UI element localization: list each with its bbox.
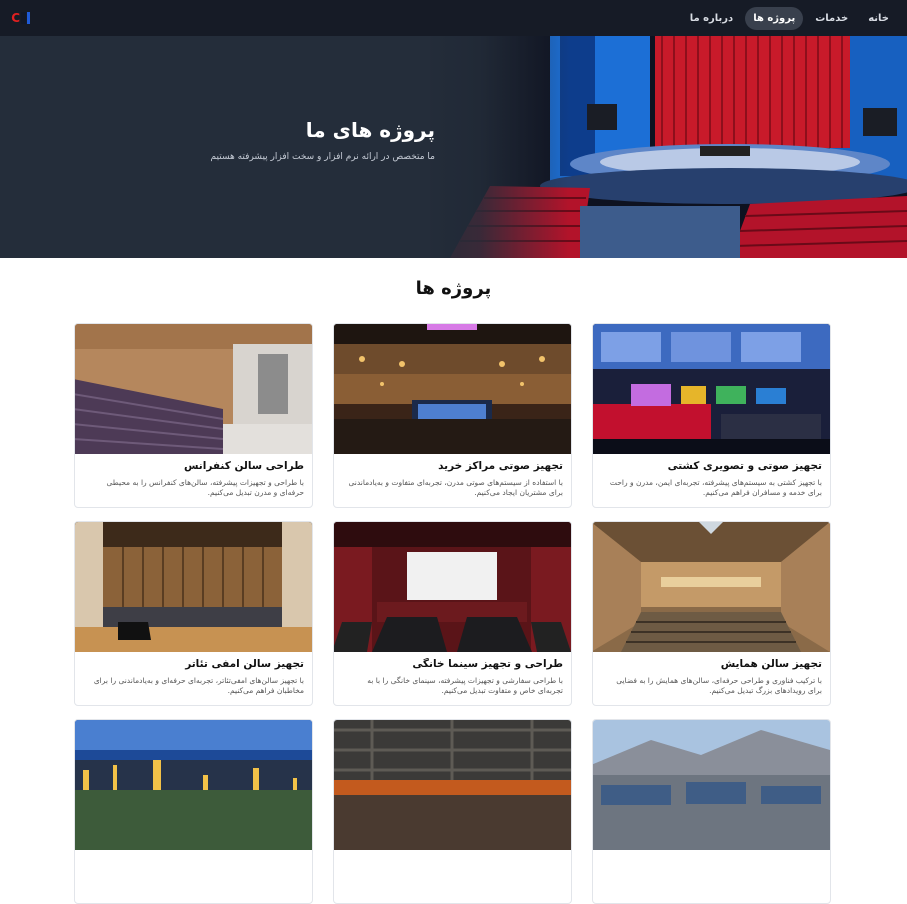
hero-title: پروژه های ما bbox=[305, 118, 435, 142]
logo-letter-c: C bbox=[11, 11, 20, 25]
projects-section-title: پروژه ها bbox=[415, 278, 492, 299]
home-cinema-image bbox=[334, 522, 571, 652]
card-text: با تجهیز سالن‌های امفی‌تئاتر، تجربه‌ای ح… bbox=[93, 676, 304, 695]
card-body: تجهیز صوتی و تصویری کشتی با تجهیز کشتی ب… bbox=[593, 454, 830, 498]
card-text: با ترکیب فناوری و طراحی حرفه‌ای، سالن‌ها… bbox=[616, 676, 822, 695]
project-card[interactable] bbox=[592, 719, 831, 904]
ship-bridge-image bbox=[593, 324, 830, 454]
card-body: تجهیز صوتی مراکز خرید با استفاده از سیست… bbox=[334, 454, 571, 498]
industrial-site-image bbox=[593, 720, 830, 850]
projects-grid: تجهیز صوتی و تصویری کشتی با تجهیز کشتی ب… bbox=[74, 323, 831, 904]
project-card[interactable]: طراحی سالن کنفرانس با طراحی و تجهیزات پی… bbox=[74, 323, 313, 508]
card-body: طراحی و تجهیز سینما خانگی با طراحی سفارش… bbox=[334, 652, 571, 696]
project-card[interactable] bbox=[74, 719, 313, 904]
project-card[interactable]: تجهیز سالن امفی تئاتر با تجهیز سالن‌های … bbox=[74, 521, 313, 706]
project-card[interactable] bbox=[333, 719, 572, 904]
project-card[interactable]: تجهیز سالن همایش با ترکیب فناوری و طراحی… bbox=[592, 521, 831, 706]
card-body: طراحی سالن کنفرانس با طراحی و تجهیزات پی… bbox=[75, 454, 312, 498]
nav-link-services[interactable]: خدمات bbox=[807, 7, 856, 30]
hero-text: پروژه های ما ما متخصص در ارائه نرم افزار… bbox=[211, 118, 435, 162]
project-card[interactable]: طراحی و تجهیز سینما خانگی با طراحی سفارش… bbox=[333, 521, 572, 706]
brand-logo[interactable]: C bbox=[8, 10, 30, 26]
project-card[interactable]: تجهیز صوتی مراکز خرید با استفاده از سیست… bbox=[333, 323, 572, 508]
card-text: با استفاده از سیستم‌های صوتی مدرن، تجربه… bbox=[348, 478, 563, 497]
nav-link-projects[interactable]: پروژه ها bbox=[745, 6, 804, 30]
nav-links: خانه خدمات پروژه ها درباره ما bbox=[682, 6, 897, 30]
hero-banner: پروژه های ما ما متخصص در ارائه نرم افزار… bbox=[0, 36, 907, 258]
auditorium-image bbox=[593, 522, 830, 652]
card-text: با تجهیز کشتی به سیستم‌های پیشرفته، تجرب… bbox=[609, 478, 822, 497]
card-body: تجهیز سالن همایش با ترکیب فناوری و طراحی… bbox=[593, 652, 830, 696]
hero-subtitle: ما متخصص در ارائه نرم افزار و سخت افزار … bbox=[210, 152, 435, 162]
refinery-night-image bbox=[75, 720, 312, 850]
hero-fade-overlay bbox=[420, 36, 570, 258]
steel-factory-image bbox=[334, 720, 571, 850]
card-title: تجهیز سالن امفی تئاتر bbox=[185, 658, 304, 670]
mall-atrium-image bbox=[334, 324, 571, 454]
card-body: تجهیز سالن امفی تئاتر با تجهیز سالن‌های … bbox=[75, 652, 312, 696]
card-title: تجهیز سالن همایش bbox=[720, 658, 822, 670]
conference-hall-image bbox=[75, 324, 312, 454]
card-text: با طراحی و تجهیزات پیشرفته، سالن‌های کنف… bbox=[106, 478, 304, 497]
project-card[interactable]: تجهیز صوتی و تصویری کشتی با تجهیز کشتی ب… bbox=[592, 323, 831, 508]
card-title: تجهیز صوتی و تصویری کشتی bbox=[667, 460, 822, 472]
nav-link-about[interactable]: درباره ما bbox=[682, 7, 742, 30]
navbar: خانه خدمات پروژه ها درباره ما C bbox=[0, 0, 907, 36]
nav-link-home[interactable]: خانه bbox=[860, 7, 897, 30]
card-title: طراحی سالن کنفرانس bbox=[183, 460, 304, 472]
card-text: با طراحی سفارشی و تجهیزات پیشرفته، سینما… bbox=[367, 676, 563, 695]
logo-bar-dark bbox=[21, 12, 26, 24]
card-title: طراحی و تجهیز سینما خانگی bbox=[412, 658, 563, 670]
logo-bar-blue bbox=[27, 12, 30, 24]
amphitheater-image bbox=[75, 522, 312, 652]
card-title: تجهیز صوتی مراکز خرید bbox=[438, 460, 563, 472]
